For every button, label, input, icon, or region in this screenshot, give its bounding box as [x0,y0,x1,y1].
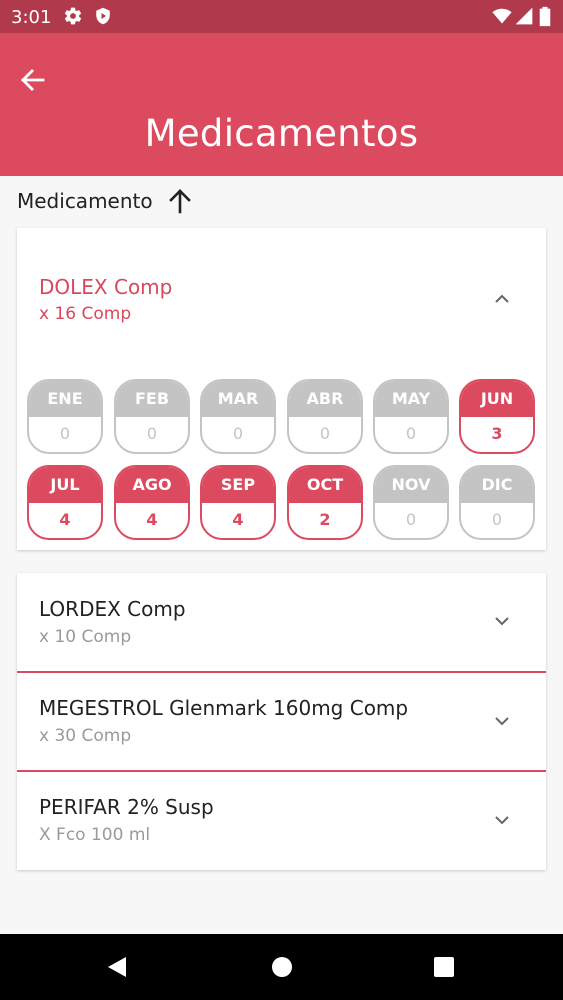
status-time: 3:01 [11,7,52,28]
month-jul[interactable]: JUL 4 [27,465,103,540]
system-nav-bar [0,934,563,1000]
month-value: 0 [146,424,158,443]
sort-label: Medicamento [17,189,153,213]
home-circle-icon[interactable] [269,954,295,980]
medication-quantity: x 30 Comp [39,726,132,746]
month-label: DIC [461,467,533,503]
month-jun[interactable]: JUN 3 [459,379,535,454]
month-label: MAR [202,381,274,417]
list-item[interactable]: PERIFAR 2% Susp X Fco 100 ml [17,771,546,870]
month-label: OCT [289,467,361,503]
month-value: 3 [491,424,503,443]
signal-icon [515,7,533,25]
month-label: MAY [375,381,447,417]
chevron-down-icon[interactable] [490,709,514,733]
month-dic[interactable]: DIC 0 [459,465,535,540]
month-value: 0 [405,510,417,529]
chevron-down-icon[interactable] [490,609,514,633]
medication-name: LORDEX Comp [39,597,186,621]
month-value: 4 [232,510,244,529]
list-item[interactable]: LORDEX Comp x 10 Comp [17,573,546,672]
arrow-up-icon[interactable] [165,186,195,216]
medication-list: LORDEX Comp x 10 Comp MEGESTROL Glenmark… [17,573,546,870]
arrow-left-icon [21,69,45,91]
back-triangle-icon[interactable] [104,954,130,980]
month-label: FEB [116,381,188,417]
month-nov[interactable]: NOV 0 [373,465,449,540]
gear-icon [64,7,82,25]
month-value: 0 [491,510,503,529]
month-ago[interactable]: AGO 4 [114,465,190,540]
medication-quantity: X Fco 100 ml [39,825,151,845]
month-label: ABR [289,381,361,417]
page-title: Medicamentos [144,112,419,155]
month-value: 0 [405,424,417,443]
medication-name: DOLEX Comp [39,275,173,299]
month-value: 4 [59,510,71,529]
medication-name: MEGESTROL Glenmark 160mg Comp [39,696,409,720]
month-value: 0 [232,424,244,443]
back-button[interactable] [14,63,54,97]
app-bar: Medicamentos [0,33,563,176]
month-value: 0 [59,424,71,443]
list-item[interactable]: MEGESTROL Glenmark 160mg Comp x 30 Comp [17,672,546,771]
chevron-up-icon[interactable] [490,287,514,311]
month-oct[interactable]: OCT 2 [287,465,363,540]
month-label: JUN [461,381,533,417]
month-feb[interactable]: FEB 0 [114,379,190,454]
recents-square-icon[interactable] [431,954,457,980]
month-abr[interactable]: ABR 0 [287,379,363,454]
month-label: ENE [29,381,101,417]
medication-quantity: x 10 Comp [39,627,132,647]
month-may[interactable]: MAY 0 [373,379,449,454]
month-label: AGO [116,467,188,503]
month-value: 0 [319,424,331,443]
month-ene[interactable]: ENE 0 [27,379,103,454]
month-label: NOV [375,467,447,503]
month-value: 4 [146,510,158,529]
shield-icon [96,7,110,25]
battery-icon [539,6,551,27]
month-sep[interactable]: SEP 4 [200,465,276,540]
chevron-down-icon[interactable] [490,808,514,832]
sort-row: Medicamento [17,186,195,216]
month-mar[interactable]: MAR 0 [200,379,276,454]
medication-name: PERIFAR 2% Susp [39,795,214,819]
month-value: 2 [319,510,331,529]
month-label: SEP [202,467,274,503]
medication-card-expanded: DOLEX Comp x 16 Comp ENE 0 FEB 0 MAR 0 A… [17,228,546,550]
status-bar: 3:01 [0,0,563,33]
wifi-icon [492,8,512,24]
medication-quantity: x 16 Comp [39,304,132,324]
month-label: JUL [29,467,101,503]
